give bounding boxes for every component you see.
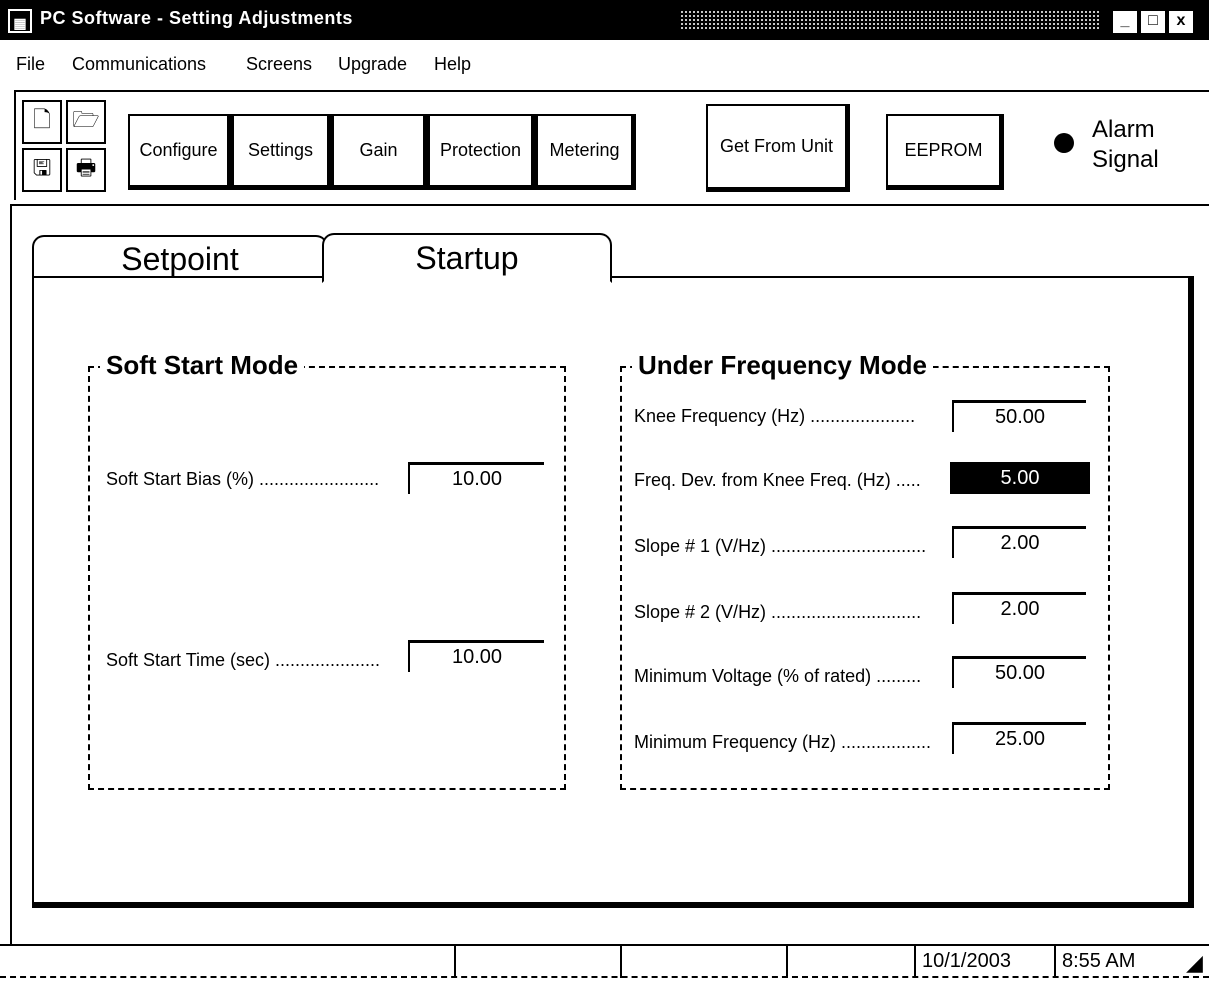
new-file-icon[interactable]: 🗋 <box>22 100 62 144</box>
tab-startup[interactable]: Startup <box>322 233 612 283</box>
status-bar-bottom <box>0 976 1209 978</box>
app-icon[interactable]: ▦ <box>8 9 32 33</box>
soft-start-group <box>88 366 566 790</box>
settings-button[interactable]: Settings <box>232 114 332 190</box>
slope-1-field[interactable]: 2.00 <box>952 526 1086 558</box>
menu-file[interactable]: File <box>16 54 45 75</box>
configure-button[interactable]: Configure <box>128 114 232 190</box>
soft-start-time-label: Soft Start Time (sec) ..................… <box>106 650 381 670</box>
minimum-frequency-label: Minimum Frequency (Hz) .................… <box>634 732 932 752</box>
close-button[interactable]: x <box>1168 10 1194 34</box>
knee-frequency-label: Knee Frequency (Hz) ....................… <box>634 406 916 426</box>
toolbar-left-border <box>14 90 16 200</box>
status-cell-2 <box>454 946 620 978</box>
eeprom-button[interactable]: EEPROM <box>886 114 1004 190</box>
menu-upgrade[interactable]: Upgrade <box>338 54 407 75</box>
maximize-button[interactable]: □ <box>1140 10 1166 34</box>
freq-dev-field[interactable]: 5.00 <box>950 462 1090 494</box>
metering-button[interactable]: Metering <box>536 114 636 190</box>
minimum-voltage-field[interactable]: 50.00 <box>952 656 1086 688</box>
protection-button[interactable]: Protection <box>428 114 536 190</box>
minimize-button[interactable]: _ <box>1112 10 1138 34</box>
menu-screens[interactable]: Screens <box>246 54 312 75</box>
freq-dev-label: Freq. Dev. from Knee Freq. (Hz) ..... <box>634 470 921 490</box>
menu-help[interactable]: Help <box>434 54 471 75</box>
under-frequency-title: Under Frequency Mode <box>632 350 933 381</box>
status-cell-4 <box>786 946 914 978</box>
title-bar-pattern <box>680 10 1100 30</box>
slope-1-label: Slope # 1 (V/Hz) .......................… <box>634 536 927 556</box>
menu-communications[interactable]: Communications <box>72 54 206 75</box>
status-cell-1 <box>0 946 454 978</box>
toolbar-border <box>14 90 1209 92</box>
slope-2-field[interactable]: 2.00 <box>952 592 1086 624</box>
print-icon[interactable]: 🖶 <box>66 148 106 192</box>
soft-start-title: Soft Start Mode <box>100 350 305 381</box>
content-frame-top <box>10 204 1209 206</box>
slope-2-label: Slope # 2 (V/Hz) .......................… <box>634 602 922 622</box>
knee-frequency-field[interactable]: 50.00 <box>952 400 1086 432</box>
minimum-voltage-label: Minimum Voltage (% of rated) ......... <box>634 666 922 686</box>
alarm-label-line1: Alarm <box>1092 116 1155 143</box>
window-title: PC Software - Setting Adjustments <box>40 8 353 28</box>
alarm-signal-label: Alarm Signal <box>1092 115 1159 175</box>
save-icon[interactable]: 🖫 <box>22 148 62 192</box>
content-frame-left <box>10 204 12 944</box>
resize-grip-icon[interactable]: ◢ <box>1186 950 1203 976</box>
alarm-indicator-icon <box>1054 133 1074 153</box>
alarm-label-line2: Signal <box>1092 146 1159 173</box>
open-folder-icon[interactable]: 🗁 <box>66 100 106 144</box>
soft-start-bias-field[interactable]: 10.00 <box>408 462 544 494</box>
soft-start-time-field[interactable]: 10.00 <box>408 640 544 672</box>
status-time: 8:55 AM <box>1054 946 1164 978</box>
tab-setpoint[interactable]: Setpoint <box>32 235 328 281</box>
get-from-unit-button[interactable]: Get From Unit <box>706 104 850 192</box>
status-cell-3 <box>620 946 786 978</box>
soft-start-bias-label: Soft Start Bias (%) ....................… <box>106 469 380 489</box>
minimum-frequency-field[interactable]: 25.00 <box>952 722 1086 754</box>
status-date: 10/1/2003 <box>914 946 1054 978</box>
gain-button[interactable]: Gain <box>332 114 428 190</box>
